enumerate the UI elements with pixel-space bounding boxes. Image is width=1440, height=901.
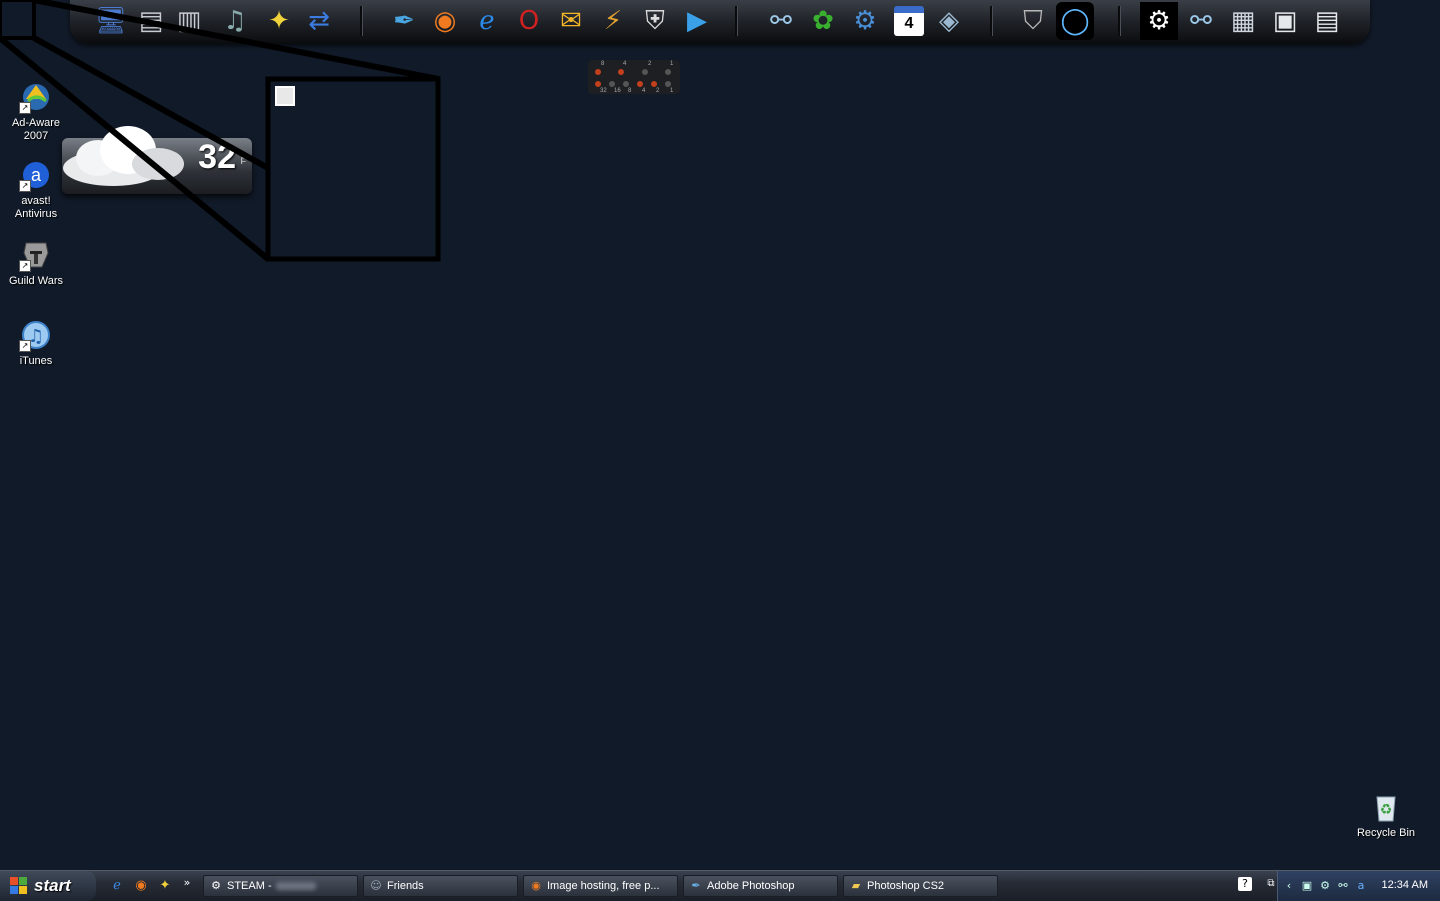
start-label: start <box>34 876 71 895</box>
windows-logo-icon <box>10 877 28 895</box>
photoshop-icon: ✒ <box>691 879 701 892</box>
tray-expand-chevron-icon[interactable]: ‹ <box>1282 879 1296 893</box>
firefox-icon: ◉ <box>531 879 541 892</box>
taskbar-button-steam[interactable]: ⚙ STEAM - <box>203 875 358 897</box>
taskbar-button-friends[interactable]: ☺ Friends <box>363 875 518 897</box>
ie-quicklaunch-icon[interactable]: ℯ <box>108 877 126 895</box>
svg-text:♻: ♻ <box>1380 802 1393 818</box>
network-tray-icon[interactable]: ▣ <box>1300 879 1314 893</box>
steam-tray-icon[interactable]: ⚙ <box>1318 879 1332 893</box>
messenger-quicklaunch-icon[interactable]: ✦ <box>156 877 174 895</box>
connector-tray-icon[interactable]: ⚯ <box>1336 879 1350 893</box>
folder-icon: ▰ <box>851 879 861 892</box>
taskbar-button-photoshop-cs2[interactable]: ▰ Photoshop CS2 <box>843 875 998 897</box>
recycle-bin-label: Recycle Bin <box>1356 827 1416 839</box>
annotation-small-box <box>0 0 36 40</box>
taskbar-clock[interactable]: 12:34 AM <box>1382 879 1428 891</box>
annotation-overlay <box>0 0 441 262</box>
zoomed-square-icon <box>275 86 295 106</box>
steam-icon: ⚙ <box>211 879 221 892</box>
avast-tray-icon[interactable]: a <box>1354 879 1368 893</box>
taskbar-button-image-hosting[interactable]: ◉ Image hosting, free p... <box>523 875 678 897</box>
start-button[interactable]: start <box>0 871 96 901</box>
firefox-quicklaunch-icon[interactable]: ◉ <box>132 877 150 895</box>
taskbar-button-label: Image hosting, free p... <box>547 880 660 892</box>
annotation-line <box>32 35 270 171</box>
system-tray: ‹ ▣ ⚙ ⚯ a 12:34 AM <box>1277 871 1440 901</box>
recycle-bin-icon: ♻ <box>1369 790 1403 824</box>
annotation-line <box>33 0 439 82</box>
taskbar-button-label: Adobe Photoshop <box>707 880 795 892</box>
taskbar: start ℯ ◉ ✦ » ⚙ STEAM - ☺ Friends ◉ Imag… <box>0 870 1440 901</box>
taskbar-button-label: STEAM - <box>227 880 272 892</box>
help-icon[interactable]: ? <box>1238 877 1252 891</box>
redacted-username <box>275 882 316 890</box>
taskbar-button-adobe-photoshop[interactable]: ✒ Adobe Photoshop <box>683 875 838 897</box>
recycle-bin[interactable]: ♻ Recycle Bin <box>1354 790 1418 840</box>
taskbar-button-label: Photoshop CS2 <box>867 880 945 892</box>
friends-icon: ☺ <box>370 879 382 892</box>
taskbar-button-label: Friends <box>387 880 424 892</box>
quicklaunch-more-button[interactable]: » <box>178 874 196 892</box>
